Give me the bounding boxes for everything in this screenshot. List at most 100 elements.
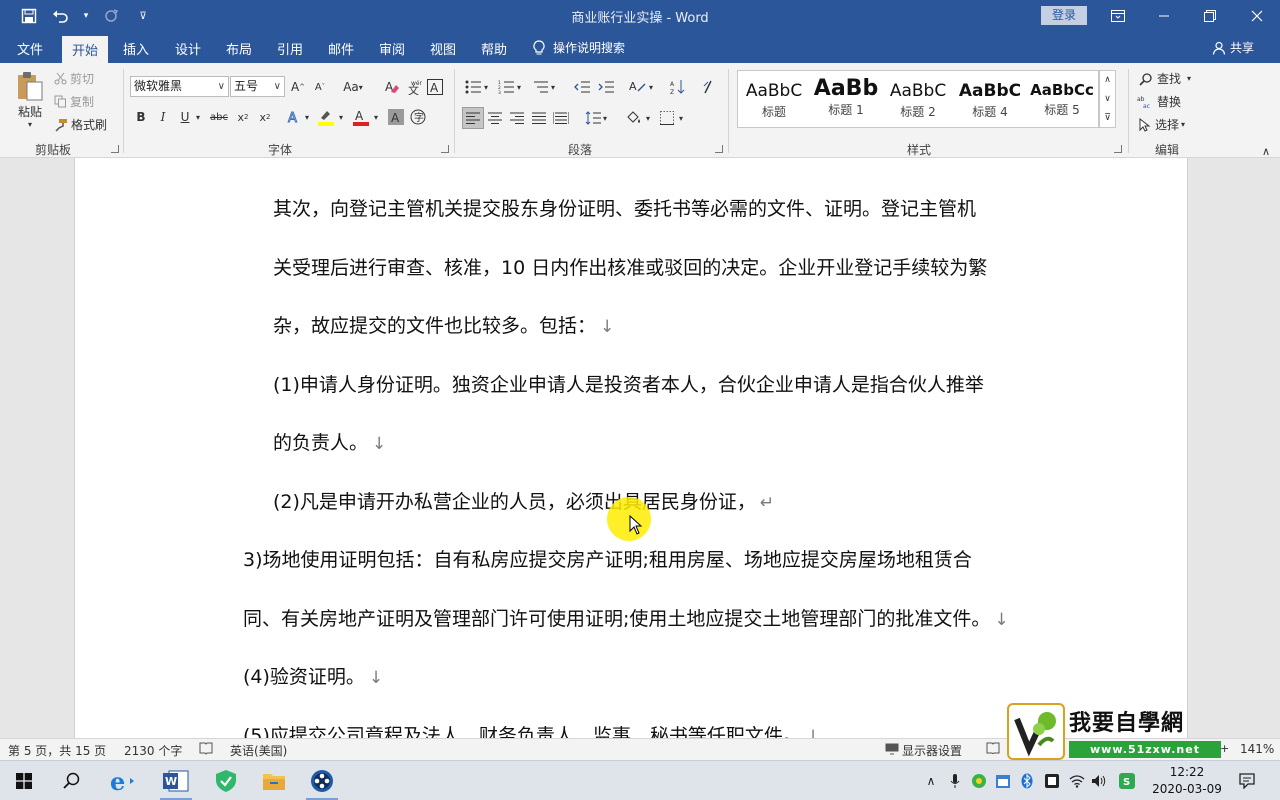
- redo-icon[interactable]: [100, 6, 122, 26]
- tab-insert[interactable]: 插入: [123, 39, 149, 58]
- tray-green-app-icon[interactable]: S: [1118, 772, 1136, 790]
- read-mode-icon[interactable]: [986, 742, 1000, 757]
- ribbon-display-options-icon[interactable]: [1095, 0, 1141, 32]
- tab-home[interactable]: 开始: [62, 36, 109, 63]
- tab-view[interactable]: 视图: [430, 39, 456, 58]
- enclose-characters-icon[interactable]: 字: [408, 107, 428, 127]
- word-taskbar-icon[interactable]: W: [152, 761, 200, 800]
- chinese-layout-dropdown-icon[interactable]: ▾: [646, 77, 656, 97]
- tab-file[interactable]: 文件: [17, 39, 43, 58]
- minimize-icon[interactable]: [1141, 0, 1187, 32]
- multilevel-dropdown-icon[interactable]: ▾: [548, 77, 558, 97]
- shading-icon[interactable]: [624, 108, 644, 128]
- underline-icon[interactable]: U: [175, 107, 195, 127]
- tray-app-icon[interactable]: [970, 772, 988, 790]
- format-painter-button[interactable]: 格式刷: [54, 116, 107, 133]
- undo-dropdown-icon[interactable]: ▾: [82, 6, 90, 26]
- borders-dropdown-icon[interactable]: ▾: [676, 108, 686, 128]
- styles-scroll-down-icon[interactable]: ∨: [1100, 90, 1115, 108]
- word-count[interactable]: 2130 个字: [124, 742, 182, 759]
- security-shield-icon[interactable]: [202, 761, 250, 800]
- grow-font-icon[interactable]: A ^: [288, 77, 308, 97]
- style-title[interactable]: AaBbC 标题: [738, 71, 810, 129]
- language-indicator[interactable]: 英语(美国): [230, 742, 287, 759]
- multilevel-list-icon[interactable]: [530, 77, 550, 97]
- highlight-color-icon[interactable]: [316, 107, 336, 127]
- show-formatting-marks-icon[interactable]: [699, 77, 719, 97]
- tab-references[interactable]: 引用: [277, 39, 303, 58]
- select-button[interactable]: 选择 ▾: [1139, 116, 1185, 133]
- tab-review[interactable]: 审阅: [379, 39, 405, 58]
- microphone-icon[interactable]: [946, 772, 964, 790]
- tray-square-icon[interactable]: [1043, 772, 1061, 790]
- text-effects-icon[interactable]: A: [284, 107, 304, 127]
- italic-icon[interactable]: I: [153, 107, 173, 127]
- cut-button[interactable]: 剪切: [54, 70, 94, 87]
- search-taskbar-button[interactable]: [48, 761, 96, 800]
- font-name-combo[interactable]: 微软雅黑 ∨: [130, 76, 229, 97]
- align-left-icon[interactable]: [462, 107, 484, 129]
- line-spacing-dropdown-icon[interactable]: ▾: [600, 108, 610, 128]
- character-shading-icon[interactable]: A: [386, 107, 406, 127]
- proofing-icon[interactable]: [199, 742, 213, 758]
- tab-help[interactable]: 帮助: [481, 39, 507, 58]
- replace-button[interactable]: ab ac 替换: [1137, 93, 1181, 110]
- tray-calendar-icon[interactable]: [994, 772, 1012, 790]
- bold-icon[interactable]: B: [131, 107, 151, 127]
- clipboard-dialog-launcher-icon[interactable]: [111, 145, 119, 153]
- underline-dropdown-icon[interactable]: ▾: [193, 107, 203, 127]
- highlight-dropdown-icon[interactable]: ▾: [336, 107, 346, 127]
- chinese-layout-icon[interactable]: A: [628, 77, 648, 97]
- close-icon[interactable]: [1234, 0, 1280, 32]
- bullets-dropdown-icon[interactable]: ▾: [481, 77, 491, 97]
- font-dialog-launcher-icon[interactable]: [441, 145, 449, 153]
- align-right-icon[interactable]: [507, 108, 527, 128]
- login-button[interactable]: 登录: [1041, 6, 1087, 25]
- clear-formatting-icon[interactable]: A: [382, 77, 402, 97]
- superscript-icon[interactable]: x2: [255, 107, 275, 127]
- justify-icon[interactable]: [529, 108, 549, 128]
- file-explorer-icon[interactable]: [250, 761, 298, 800]
- display-settings-button[interactable]: 显示器设置: [885, 742, 962, 759]
- shading-dropdown-icon[interactable]: ▾: [643, 108, 653, 128]
- styles-more-icon[interactable]: ⊽: [1100, 109, 1115, 127]
- volume-icon[interactable]: [1090, 772, 1108, 790]
- zoom-level[interactable]: 141%: [1240, 742, 1274, 756]
- save-icon[interactable]: [18, 6, 40, 26]
- bullets-icon[interactable]: [463, 77, 483, 97]
- paragraph-dialog-launcher-icon[interactable]: [715, 145, 723, 153]
- undo-icon[interactable]: [50, 6, 72, 26]
- ie-browser-icon[interactable]: e: [98, 761, 146, 800]
- style-heading-4[interactable]: AaBbC 标题 4: [954, 71, 1026, 129]
- start-button[interactable]: [0, 761, 48, 800]
- subscript-icon[interactable]: x2: [233, 107, 253, 127]
- decrease-indent-icon[interactable]: [572, 77, 592, 97]
- find-button[interactable]: 查找 ▾: [1139, 70, 1191, 87]
- style-heading-1[interactable]: AaBb 标题 1: [810, 71, 882, 129]
- tray-expand-icon[interactable]: ∧: [922, 772, 940, 790]
- tab-layout[interactable]: 布局: [226, 39, 252, 58]
- font-size-combo[interactable]: 五号 ∨: [230, 76, 285, 97]
- align-center-icon[interactable]: [485, 108, 505, 128]
- distributed-icon[interactable]: [551, 108, 571, 128]
- text-effects-dropdown-icon[interactable]: ▾: [302, 107, 312, 127]
- action-center-icon[interactable]: [1238, 772, 1256, 790]
- document-page[interactable]: 其次，向登记主管机关提交股东身份证明、委托书等必需的文件、证明。登记主管机 关受…: [74, 158, 1188, 738]
- paste-button[interactable]: 粘贴 ▾: [15, 71, 45, 129]
- tab-mailings[interactable]: 邮件: [328, 39, 354, 58]
- clock[interactable]: 12:22 2020-03-09: [1148, 764, 1226, 798]
- increase-indent-icon[interactable]: [596, 77, 616, 97]
- borders-icon[interactable]: [657, 108, 677, 128]
- font-color-icon[interactable]: A: [351, 107, 371, 127]
- restore-icon[interactable]: [1187, 0, 1233, 32]
- character-border-icon[interactable]: A: [425, 77, 445, 97]
- copy-button[interactable]: 复制: [54, 93, 94, 110]
- styles-scroll-up-icon[interactable]: ∧: [1100, 71, 1115, 89]
- font-color-dropdown-icon[interactable]: ▾: [371, 107, 381, 127]
- share-button[interactable]: 共享: [1212, 39, 1254, 56]
- media-player-icon[interactable]: [298, 761, 346, 800]
- style-heading-5[interactable]: AaBbCc 标题 5: [1026, 71, 1098, 129]
- shrink-font-icon[interactable]: Aˇ: [310, 77, 330, 97]
- strikethrough-icon[interactable]: abc: [209, 107, 229, 127]
- tab-design[interactable]: 设计: [175, 39, 201, 58]
